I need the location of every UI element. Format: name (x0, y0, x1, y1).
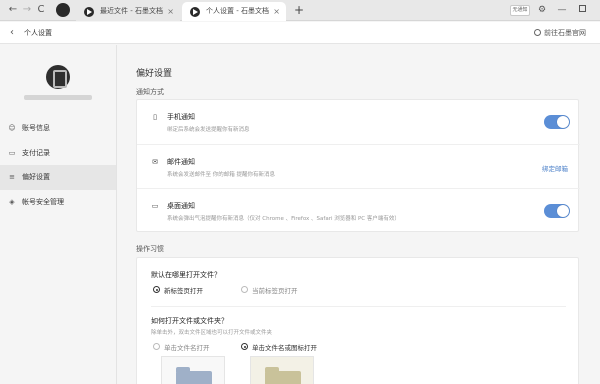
divider (151, 306, 566, 307)
folder-icon (176, 367, 212, 384)
app-logo-icon (56, 3, 70, 17)
desktop-notify-row: ▭ 桌面通知 系统会弹出气泡提醒你有新消息（仅对 Chrome 、Firefox… (137, 188, 580, 232)
notify-desc: 绑定后系统会发送提醒你有新消息 (167, 127, 250, 133)
tab-close-icon[interactable]: × (167, 2, 174, 21)
notify-section-label: 通知方式 (136, 88, 164, 96)
notify-title: 桌面通知 (167, 202, 195, 210)
visit-site-link[interactable]: 前往石墨官网 (534, 28, 586, 38)
settings-sidebar: ☺ 账号信息 ▭ 支付记录 ≡ 偏好设置 ◈ 帐号安全管理 (0, 45, 117, 384)
tab-recent-files[interactable]: 最近文件 - 石墨文档 × (76, 2, 180, 21)
sidebar-item-label: 账号信息 (22, 124, 50, 132)
preview-click-name[interactable] (161, 356, 225, 384)
tab-personal-settings[interactable]: 个人设置 - 石墨文档 × (182, 2, 286, 21)
bind-email-link[interactable]: 绑定邮箱 (542, 163, 568, 173)
radio-click-name[interactable]: 单击文件名打开 (153, 342, 210, 352)
tab-label: 最近文件 - 石墨文档 (100, 7, 163, 15)
radio-click-name-or-icon[interactable]: 单击文件名或图标打开 (241, 342, 317, 352)
no-notice-badge[interactable]: 无通知 (510, 5, 530, 16)
sidebar-item-label: 支付记录 (22, 149, 50, 157)
radio-label: 单击文件名打开 (164, 344, 210, 352)
avatar[interactable] (46, 65, 70, 89)
tab-close-icon[interactable]: × (273, 2, 280, 21)
phone-notify-row: ▯ 手机通知 绑定后系统会发送提醒你有新消息 (137, 100, 580, 144)
notify-title: 邮件通知 (167, 158, 195, 166)
browser-tab-bar: ← → C 最近文件 - 石墨文档 × 个人设置 - 石墨文档 × + 无通知 … (0, 0, 600, 21)
preview-click-name-or-icon[interactable] (250, 356, 314, 384)
maximize-icon[interactable] (576, 4, 588, 16)
settings-gear-icon[interactable]: ⚙ (536, 4, 548, 16)
monitor-icon: ▭ (151, 202, 159, 210)
user-icon: ☺ (8, 124, 16, 132)
forward-nav-icon[interactable]: → (20, 3, 34, 17)
back-nav-icon[interactable]: ← (6, 3, 20, 17)
shimo-favicon-icon (84, 7, 94, 17)
sidebar-item-preferences[interactable]: ≡ 偏好设置 (0, 165, 116, 190)
shield-icon: ◈ (9, 198, 15, 206)
mail-icon: ✉ (152, 158, 158, 166)
folder-icon (265, 367, 301, 384)
open-file-question: 默认在哪里打开文件？ (151, 271, 221, 279)
phone-notify-toggle[interactable] (544, 115, 570, 129)
page-title: 个人设置 (24, 29, 52, 37)
shimo-favicon-icon (190, 7, 200, 17)
tab-label: 个人设置 - 石墨文档 (206, 7, 269, 15)
settings-main: 偏好设置 通知方式 ▯ 手机通知 绑定后系统会发送提醒你有新消息 ✉ 邮件通知 … (118, 45, 600, 384)
settings-header: ‹ 个人设置 前往石墨官网 (0, 22, 600, 44)
sidebar-item-account-info[interactable]: ☺ 账号信息 (0, 116, 116, 141)
minimize-icon[interactable]: — (556, 4, 568, 16)
radio-new-tab[interactable]: 新标签页打开 (153, 285, 203, 295)
radio-dot (153, 343, 160, 350)
list-icon: ≡ (9, 173, 15, 181)
sidebar-item-label: 帐号安全管理 (22, 198, 64, 206)
radio-dot (241, 286, 248, 293)
notify-title: 手机通知 (167, 113, 195, 121)
phone-icon: ▯ (153, 113, 157, 121)
notify-desc: 系统会发送邮件至 你的邮箱 提醒你有新消息 (167, 172, 275, 178)
sidebar-item-security[interactable]: ◈ 帐号安全管理 (0, 190, 116, 215)
sidebar-item-payments[interactable]: ▭ 支付记录 (0, 141, 116, 166)
habits-section-label: 操作习惯 (136, 245, 164, 253)
notify-desc: 系统会弹出气泡提醒你有新消息（仅对 Chrome 、Firefox 、Safar… (167, 216, 400, 222)
username-placeholder (24, 95, 92, 100)
radio-label: 当前标签页打开 (252, 287, 298, 295)
radio-dot (153, 286, 160, 293)
reload-icon[interactable]: C (34, 3, 48, 17)
card-icon: ▭ (8, 149, 16, 157)
radio-current-tab[interactable]: 当前标签页打开 (241, 285, 298, 295)
radio-label: 新标签页打开 (164, 287, 203, 295)
sidebar-item-label: 偏好设置 (22, 173, 50, 181)
desktop-notify-toggle[interactable] (544, 204, 570, 218)
email-notify-row: ✉ 邮件通知 系统会发送邮件至 你的邮箱 提醒你有新消息 绑定邮箱 (137, 144, 580, 188)
radio-dot (241, 343, 248, 350)
back-arrow-icon[interactable]: ‹ (10, 26, 14, 39)
notification-card: ▯ 手机通知 绑定后系统会发送提醒你有新消息 ✉ 邮件通知 系统会发送邮件至 你… (136, 99, 580, 232)
add-tab-button[interactable]: + (292, 3, 306, 17)
section-title: 偏好设置 (136, 69, 173, 79)
visit-site-label: 前往石墨官网 (544, 29, 586, 37)
open-folder-question: 如何打开文件或文件夹？ (151, 317, 228, 325)
radio-label: 单击文件名或图标打开 (252, 344, 317, 352)
open-folder-hint: 除单击外，双击文件区域也可以打开文件或文件夹 (151, 330, 273, 336)
globe-icon (534, 29, 541, 36)
